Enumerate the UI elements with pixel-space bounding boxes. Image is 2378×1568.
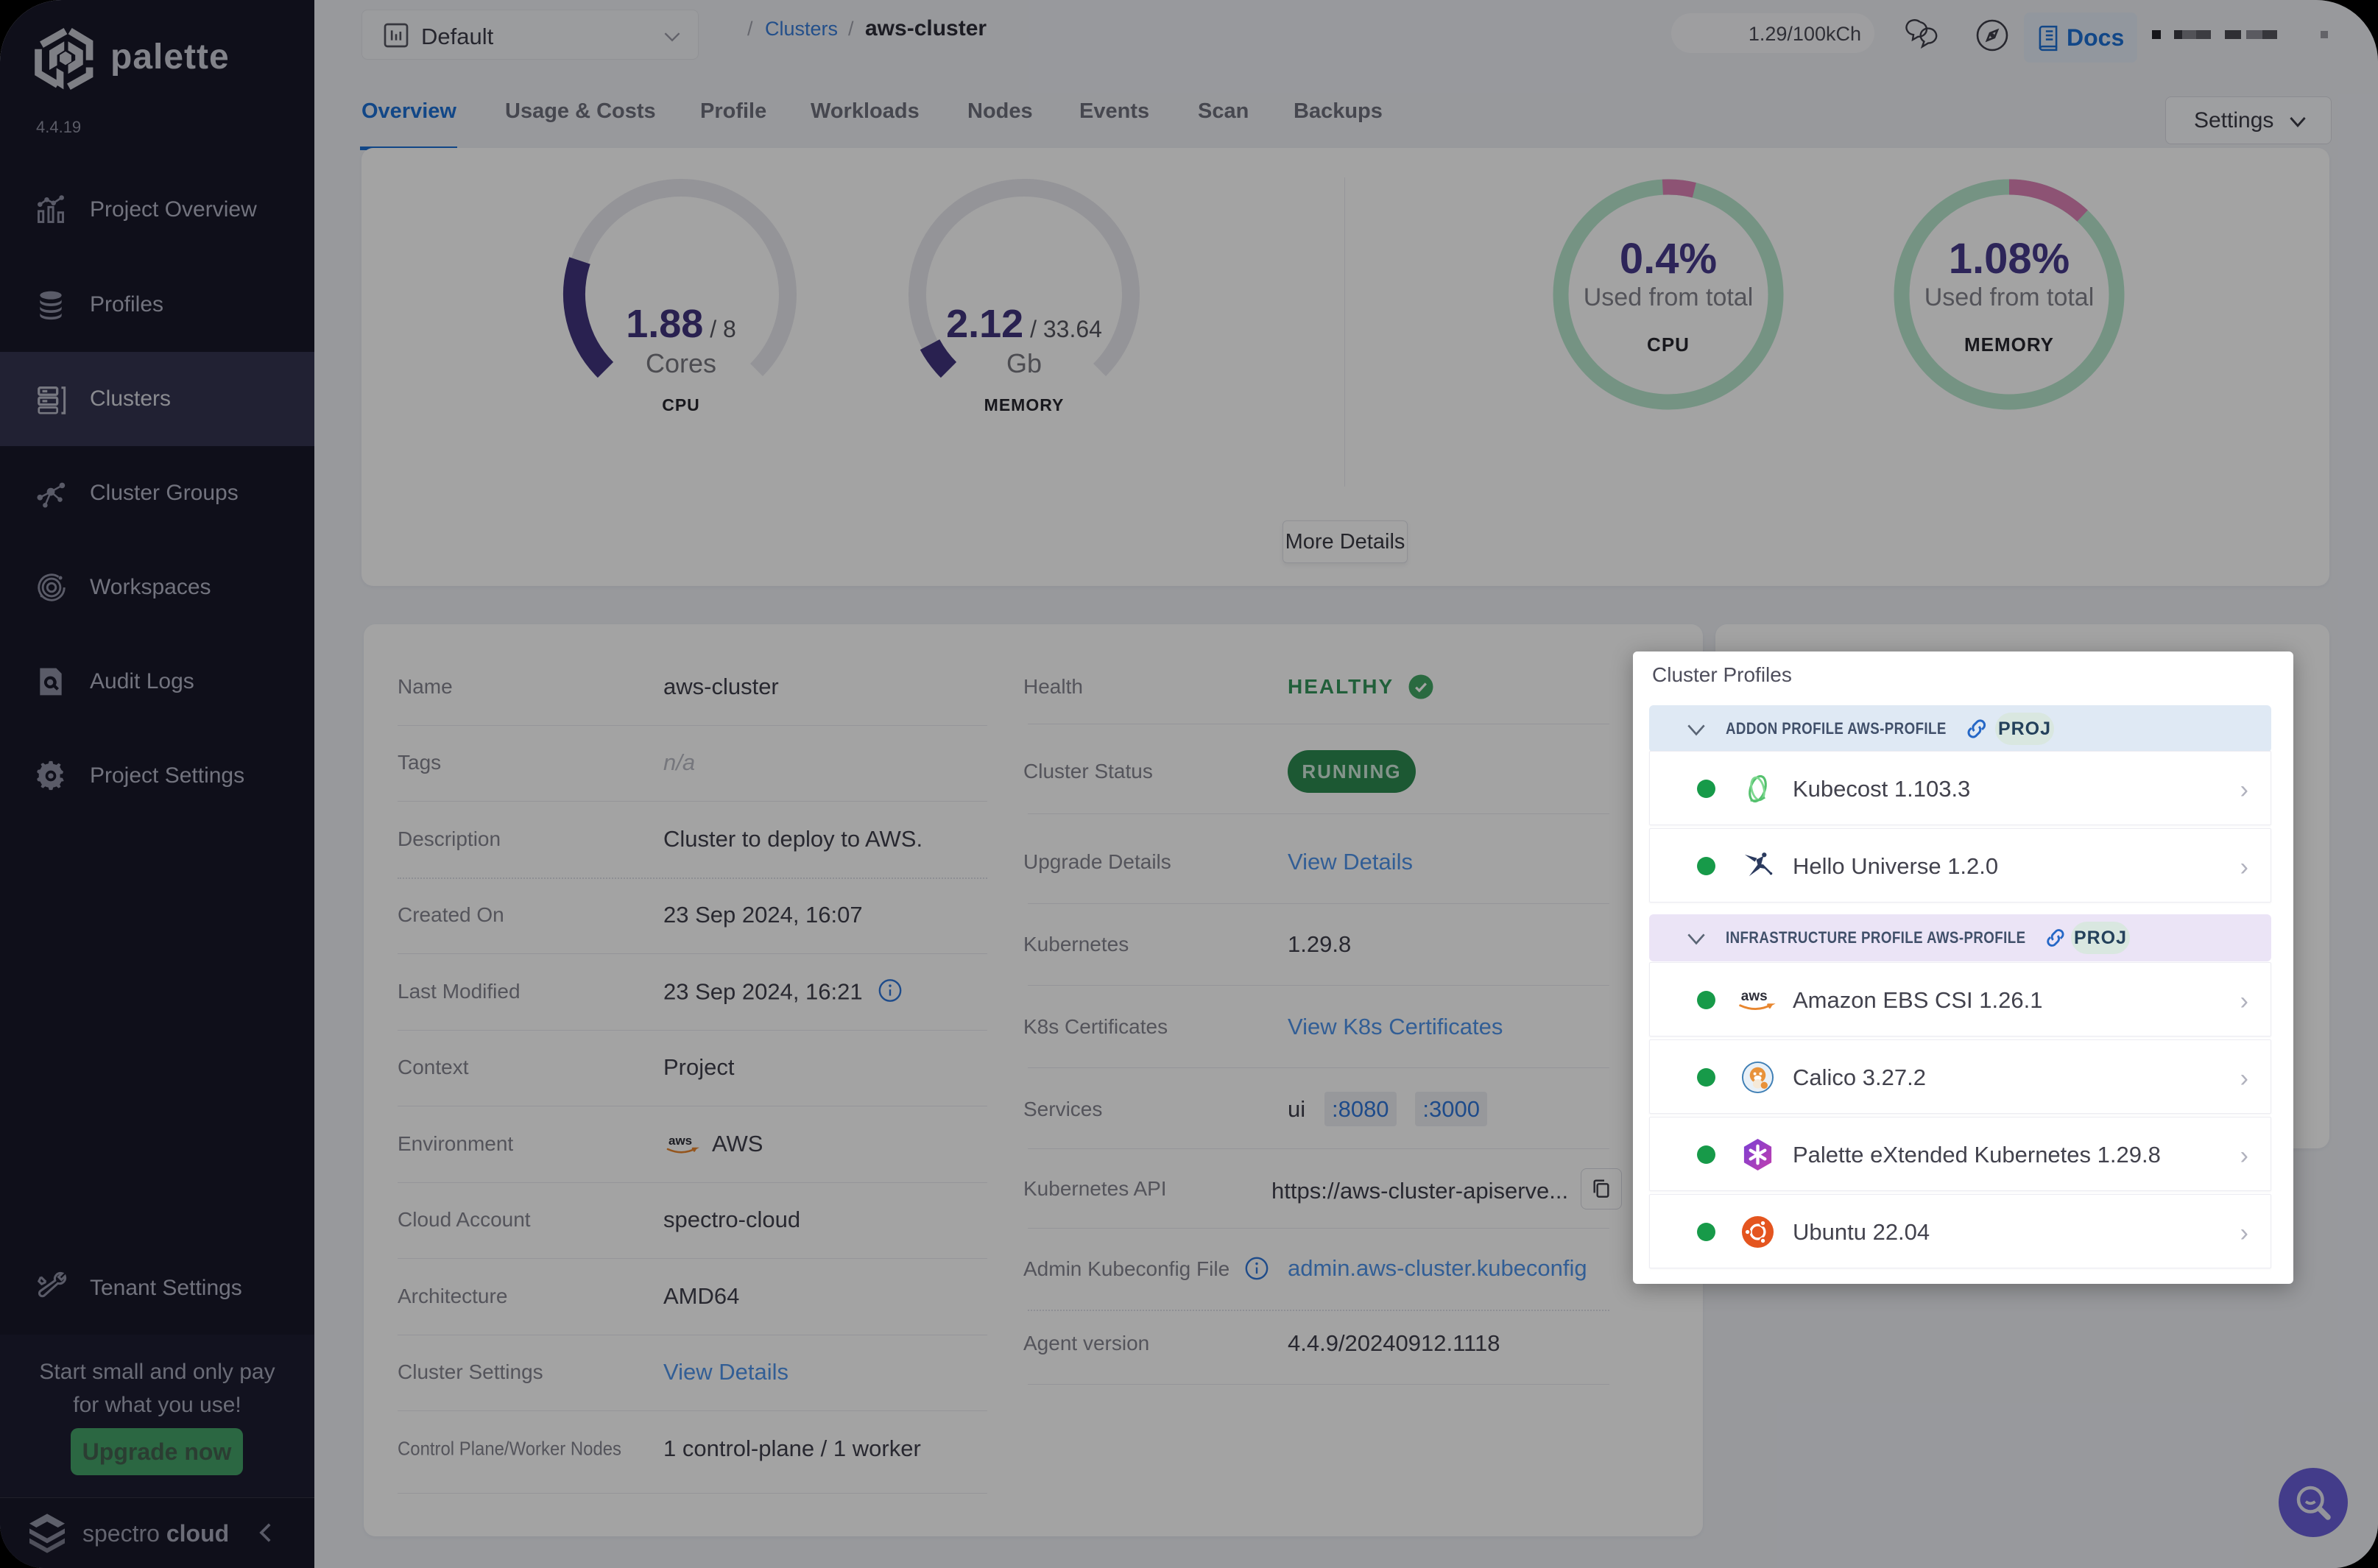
svg-text:aws: aws xyxy=(1741,989,1768,1004)
